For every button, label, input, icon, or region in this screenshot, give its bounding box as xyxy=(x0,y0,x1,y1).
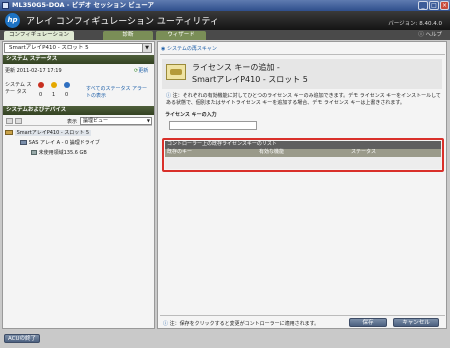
controller-select-value: SmartアレイP410 - スロット 5 xyxy=(9,45,89,51)
info-count: 0 xyxy=(65,92,69,98)
app-window-icon xyxy=(2,2,9,9)
license-table-row xyxy=(165,157,441,169)
info-icon: ⓘ xyxy=(166,93,172,99)
license-key-input[interactable] xyxy=(169,121,257,130)
rescan-link[interactable]: ◉ システムの再スキャン xyxy=(161,45,217,52)
system-status-title: システム ステータス xyxy=(6,56,58,62)
tree-item-array-label: SAS アレイ A - 0 論理ドライブ xyxy=(28,140,100,146)
controller-icon xyxy=(5,130,13,135)
error-count: 0 xyxy=(39,92,43,98)
column-status: ステータス xyxy=(351,149,377,155)
tree-item-unused-space[interactable]: 未使用領域135.6 GB xyxy=(31,149,87,157)
info-status-icon xyxy=(64,82,70,88)
bottom-bar xyxy=(0,330,450,348)
tree-item-controller[interactable]: SmartアレイP410 - スロット 5 xyxy=(5,129,92,137)
status-updated: 更新 2011-02-17 17:19 xyxy=(5,68,62,74)
warning-count: 1 xyxy=(52,92,56,98)
status-label: システム ステー タス xyxy=(5,82,32,95)
version-label: バージョン: 8.40.4.0 xyxy=(388,21,442,27)
system-status-header: システム ステータス xyxy=(3,55,154,64)
exit-acu-button[interactable]: ACUの終了 xyxy=(4,334,40,343)
devices-title: システムおよびデバイス xyxy=(6,107,67,113)
expand-all-icon[interactable] xyxy=(6,118,13,124)
tab-wizards[interactable]: ウィザード xyxy=(156,31,206,40)
view-select-value: 論理ビュー xyxy=(83,118,109,124)
close-button[interactable]: × xyxy=(440,1,449,10)
license-key-label: ライセンス キーの入力 xyxy=(165,112,217,118)
help-icon: ⓘ xyxy=(418,32,424,38)
minimize-button[interactable]: _ xyxy=(418,1,428,10)
cancel-button[interactable]: キャンセル xyxy=(393,318,439,327)
all-alerts-link[interactable]: すべてのステータス アラートの表示 xyxy=(86,86,152,100)
column-enabled-feature: 有効な機能 xyxy=(259,149,285,155)
app-title: アレイ コンフィギュレーション ユーティリティ xyxy=(26,17,219,27)
footer-note: ⓘ 注：保存をクリックすると変更がコントローラーに適用されます。 xyxy=(163,320,319,327)
tree-item-controller-label: SmartアレイP410 - スロット 5 xyxy=(14,130,92,136)
array-icon xyxy=(20,140,27,145)
tab-configuration[interactable]: コンフィギュレーション xyxy=(4,31,74,40)
view-label: 表示 xyxy=(67,119,78,125)
collapse-all-icon[interactable] xyxy=(15,118,22,124)
rescan-label: システムの再スキャン xyxy=(166,46,217,52)
license-table-header: 既存のキー 有効な機能 ステータス xyxy=(165,149,441,157)
footer-divider xyxy=(160,315,445,316)
error-status-icon xyxy=(38,82,44,88)
refresh-link[interactable]: ⟳更新 xyxy=(134,67,148,74)
devices-header: システムおよびデバイス xyxy=(3,106,154,115)
controller-select[interactable]: SmartアレイP410 - スロット 5 ▼ xyxy=(4,43,152,53)
divider xyxy=(160,54,445,55)
refresh-label: 更新 xyxy=(138,68,149,74)
info-icon: ⓘ xyxy=(163,321,169,327)
help-label: ヘルプ xyxy=(425,32,442,38)
window-title: ML350G5-DOA - ビデオ セッション ビューア xyxy=(12,1,155,9)
maximize-button[interactable]: □ xyxy=(429,1,439,10)
chevron-down-icon: ▼ xyxy=(142,44,151,52)
help-link[interactable]: ⓘ ヘルプ xyxy=(418,31,442,40)
hp-logo: hp xyxy=(5,13,20,28)
footer-note-text: 注：保存をクリックすると変更がコントローラーに適用されます。 xyxy=(169,321,320,327)
column-existing-key: 既存のキー xyxy=(167,149,193,155)
page-title: ライセンス キーの追加 - xyxy=(192,63,280,72)
tree-item-array[interactable]: SAS アレイ A - 0 論理ドライブ xyxy=(20,139,100,147)
chevron-down-icon: ▼ xyxy=(146,118,150,123)
license-table-title: コントローラー上の既存ライセンスキーのリスト xyxy=(165,141,441,149)
window-title-bar: ML350G5-DOA - ビデオ セッション ビューア xyxy=(0,0,450,11)
tree-item-unused-space-label: 未使用領域135.6 GB xyxy=(38,150,87,156)
unused-space-icon xyxy=(31,150,37,155)
save-button[interactable]: 保存 xyxy=(349,318,387,327)
page-subtitle: SmartアレイP410 - スロット 5 xyxy=(192,75,308,84)
license-key-icon xyxy=(166,64,186,80)
license-note-text: 注：それぞれの有効機能に対してひとつのライセンス キーのみ追加できます。デモ ラ… xyxy=(166,93,441,106)
view-select[interactable]: 論理ビュー ▼ xyxy=(80,117,152,125)
license-note: ⓘ 注：それぞれの有効機能に対してひとつのライセンス キーのみ追加できます。デモ… xyxy=(166,93,442,107)
rescan-icon: ◉ xyxy=(161,46,166,52)
warning-status-icon xyxy=(51,82,57,88)
tab-diagnostics[interactable]: 診断 xyxy=(103,31,153,40)
